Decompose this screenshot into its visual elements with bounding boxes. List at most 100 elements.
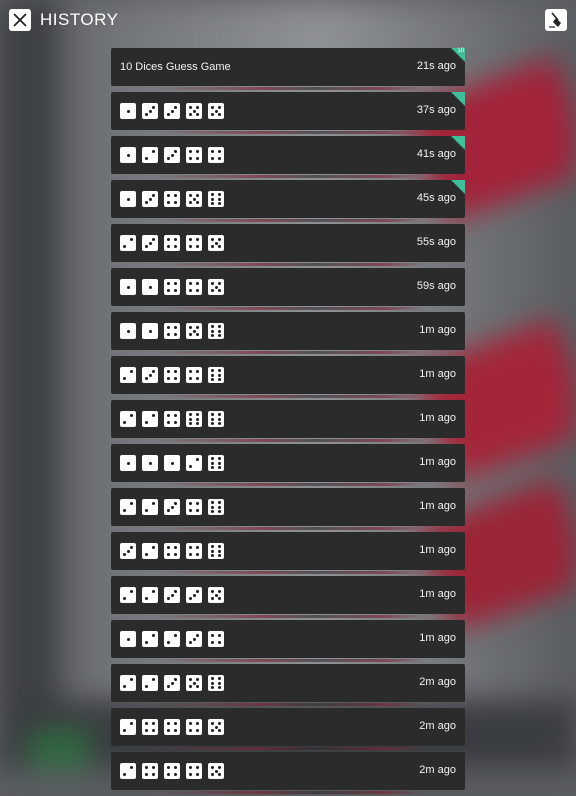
die-face-4 — [142, 719, 158, 735]
die-face-2 — [142, 587, 158, 603]
timestamp: 1m ago — [419, 324, 456, 336]
timestamp: 1m ago — [419, 368, 456, 380]
die-face-4 — [186, 499, 202, 515]
die-face-1 — [164, 455, 180, 471]
die-face-1 — [142, 279, 158, 295]
history-row[interactable]: 37s ago — [111, 92, 465, 134]
die-face-6 — [208, 543, 224, 559]
die-face-1 — [120, 323, 136, 339]
die-face-1 — [120, 147, 136, 163]
new-result-badge — [451, 136, 465, 150]
die-face-2 — [164, 631, 180, 647]
history-row[interactable]: 2m ago — [111, 752, 465, 794]
die-face-3 — [164, 499, 180, 515]
new-result-badge: 10 — [451, 48, 465, 62]
timestamp: 2m ago — [419, 764, 456, 776]
die-face-5 — [208, 587, 224, 603]
timestamp: 55s ago — [416, 236, 456, 248]
die-face-1 — [120, 631, 136, 647]
die-face-6 — [208, 675, 224, 691]
die-face-4 — [142, 763, 158, 779]
history-row[interactable]: 41s ago — [111, 136, 465, 178]
die-face-4 — [186, 543, 202, 559]
die-face-1 — [142, 455, 158, 471]
die-face-3 — [164, 103, 180, 119]
die-face-4 — [208, 631, 224, 647]
history-row[interactable]: 2m ago — [111, 664, 465, 706]
clear-history-button[interactable] — [545, 9, 567, 31]
history-row[interactable]: 1m ago — [111, 488, 465, 530]
die-face-4 — [208, 147, 224, 163]
die-face-5 — [186, 323, 202, 339]
die-face-3 — [120, 543, 136, 559]
die-face-4 — [186, 147, 202, 163]
history-row[interactable]: 1m ago — [111, 312, 465, 354]
timestamp: 1m ago — [419, 456, 456, 468]
die-face-6 — [208, 455, 224, 471]
history-list: 10 Dices Guess Game 21s ago 10 37s ago 41s a… — [111, 48, 465, 796]
die-face-6 — [208, 411, 224, 427]
die-face-6 — [186, 411, 202, 427]
die-face-5 — [186, 675, 202, 691]
timestamp: 1m ago — [419, 632, 456, 644]
history-row[interactable]: 1m ago — [111, 532, 465, 574]
header-bar: HISTORY — [0, 0, 576, 44]
die-face-3 — [186, 631, 202, 647]
die-face-2 — [142, 631, 158, 647]
die-face-4 — [186, 367, 202, 383]
die-face-2 — [120, 235, 136, 251]
history-row[interactable]: 59s ago — [111, 268, 465, 310]
timestamp: 2m ago — [419, 676, 456, 688]
die-face-2 — [120, 675, 136, 691]
die-face-4 — [164, 279, 180, 295]
die-face-4 — [164, 719, 180, 735]
history-row[interactable]: 55s ago — [111, 224, 465, 266]
die-face-2 — [142, 411, 158, 427]
die-face-6 — [208, 499, 224, 515]
new-result-badge — [451, 92, 465, 106]
die-face-1 — [120, 191, 136, 207]
history-row[interactable]: 1m ago — [111, 444, 465, 486]
page-title: HISTORY — [40, 10, 119, 29]
die-face-6 — [208, 367, 224, 383]
timestamp: 1m ago — [419, 588, 456, 600]
timestamp: 1m ago — [419, 412, 456, 424]
clear-history-icon — [549, 12, 561, 28]
timestamp: 1m ago — [419, 544, 456, 556]
game-title: 10 Dices Guess Game — [120, 61, 231, 73]
die-face-1 — [142, 323, 158, 339]
new-result-badge — [451, 180, 465, 194]
die-face-2 — [120, 763, 136, 779]
die-face-5 — [208, 763, 224, 779]
die-face-1 — [120, 279, 136, 295]
die-face-3 — [142, 103, 158, 119]
timestamp: 1m ago — [419, 500, 456, 512]
die-face-4 — [164, 323, 180, 339]
die-face-5 — [186, 191, 202, 207]
die-face-4 — [186, 719, 202, 735]
history-row[interactable]: 2m ago — [111, 708, 465, 750]
die-face-2 — [142, 675, 158, 691]
history-row[interactable]: 10 Dices Guess Game 21s ago 10 — [111, 48, 465, 90]
die-face-2 — [186, 455, 202, 471]
die-face-2 — [120, 499, 136, 515]
die-face-4 — [164, 235, 180, 251]
die-face-5 — [186, 103, 202, 119]
die-face-3 — [186, 587, 202, 603]
die-face-4 — [164, 411, 180, 427]
history-row[interactable]: 1m ago — [111, 576, 465, 618]
die-face-5 — [208, 279, 224, 295]
die-face-6 — [208, 191, 224, 207]
die-face-4 — [186, 279, 202, 295]
history-row[interactable]: 45s ago — [111, 180, 465, 222]
history-row[interactable]: 1m ago — [111, 620, 465, 662]
die-face-2 — [120, 367, 136, 383]
die-face-1 — [120, 103, 136, 119]
die-face-5 — [208, 719, 224, 735]
close-icon — [13, 13, 27, 27]
die-face-1 — [120, 455, 136, 471]
close-button[interactable] — [9, 9, 31, 31]
history-row[interactable]: 1m ago — [111, 356, 465, 398]
history-row[interactable]: 1m ago — [111, 400, 465, 442]
badge-label: 10 — [457, 48, 464, 54]
